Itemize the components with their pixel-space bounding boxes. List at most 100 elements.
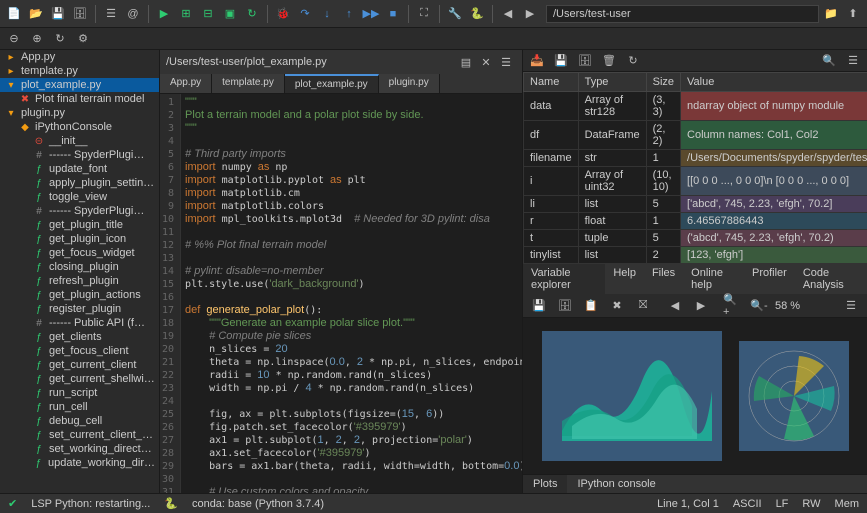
plot-opts-icon[interactable]: ☰ [841,296,861,316]
editor-tab[interactable]: plot_example.py [285,74,379,93]
list-icon[interactable]: ☰ [101,4,121,24]
plot-save-icon[interactable]: 💾 [529,296,549,316]
plot-next-icon[interactable]: ▶ [691,296,711,316]
at-icon[interactable]: @ [123,4,143,24]
bottom-tab[interactable]: IPython console [567,475,665,493]
editor-close-icon[interactable]: ✕ [476,52,496,72]
variable-table[interactable]: NameTypeSizeValuedataArray of str128(3, … [523,72,867,264]
run-cell-icon[interactable]: ⊞ [176,4,196,24]
step-out-icon[interactable]: ↑ [339,4,359,24]
split-icon[interactable]: ▤ [456,52,476,72]
save-icon[interactable]: 💾 [48,4,68,24]
tree-item[interactable]: ƒget_current_client [0,358,159,372]
forward-icon[interactable]: ▶ [520,4,540,24]
outline-tree[interactable]: ▸App.py▸template.py▾plot_example.py✖Plot… [0,50,160,493]
tree-item[interactable]: ƒget_current_shellwi… [0,372,159,386]
tree-item[interactable]: ƒget_plugin_title [0,218,159,232]
lsp-status[interactable]: LSP Python: restarting... [31,498,150,510]
maximize-icon[interactable]: ⛶ [414,4,434,24]
plot-closeall-icon[interactable]: ⛝ [633,296,653,316]
var-row[interactable]: iArray of uint32(10, 10)[[0 0 0 ..., 0 0… [524,167,867,196]
var-search-icon[interactable]: 🔍 [819,51,839,71]
new-file-icon[interactable]: 📄 [4,4,24,24]
run-cell-advance-icon[interactable]: ⊟ [198,4,218,24]
continue-icon[interactable]: ▶▶ [361,4,381,24]
rerun-icon[interactable]: ↻ [242,4,262,24]
tree-item[interactable]: ◆iPythonConsole [0,120,159,134]
editor-tab[interactable]: template.py [212,74,285,93]
var-row[interactable]: ttuple5('abcd', 745, 2.23, 'efgh', 70.2) [524,230,867,247]
tree-item[interactable]: ▾plugin.py [0,106,159,120]
plot-copy-icon[interactable]: 📋 [581,296,601,316]
save-all-icon[interactable]: 🗄 [70,4,90,24]
tree-item[interactable]: ƒupdate_font [0,162,159,176]
tree-item[interactable]: ▸template.py [0,64,159,78]
zoom-in-icon[interactable]: 🔍+ [723,296,743,316]
tree-item[interactable]: ✖Plot final terrain model [0,92,159,106]
var-opts-icon[interactable]: ☰ [843,51,863,71]
back-icon[interactable]: ◀ [498,4,518,24]
tree-item[interactable]: ƒregister_plugin [0,302,159,316]
run-selection-icon[interactable]: ▣ [220,4,240,24]
tree-item[interactable]: ƒtoggle_view [0,190,159,204]
env-status[interactable]: conda: base (Python 3.7.4) [192,498,324,510]
bottom-tab[interactable]: Plots [523,475,567,493]
var-header[interactable]: Value [681,73,867,92]
step-into-icon[interactable]: ↓ [317,4,337,24]
var-row[interactable]: rfloat16.46567886443 [524,213,867,230]
zoom-out-icon[interactable]: 🔍- [749,296,769,316]
tree-item[interactable]: ƒget_plugin_actions [0,288,159,302]
tree-item[interactable]: ƒget_clients [0,330,159,344]
tree-item[interactable]: ƒapply_plugin_settin… [0,176,159,190]
code-editor[interactable]: """ Plot a terrain model and a polar plo… [181,94,522,493]
collapse-icon[interactable]: ⊖ [4,29,24,49]
var-row[interactable]: filenamestr1/Users/Documents/spyder/spyd… [524,150,867,167]
var-refresh-icon[interactable]: ↻ [623,51,643,71]
tree-item[interactable]: ƒrun_cell [0,400,159,414]
tree-item[interactable]: ƒrefresh_plugin [0,274,159,288]
var-import-icon[interactable]: 📥 [527,51,547,71]
tree-item[interactable]: ƒset_working_direct… [0,442,159,456]
eol[interactable]: LF [776,498,789,510]
plot-saveall-icon[interactable]: 🗄 [555,296,575,316]
python-path-icon[interactable]: 🐍 [467,4,487,24]
tree-item[interactable]: ƒupdate_working_dir… [0,456,159,470]
folder-open-icon[interactable]: 📁 [821,4,841,24]
right-tab[interactable]: Code Analysis [795,264,867,294]
tree-item[interactable]: #------ SpyderPlugi… [0,204,159,218]
editor-tab[interactable]: plugin.py [379,74,440,93]
refresh-outline-icon[interactable]: ↻ [50,29,70,49]
plot-area[interactable] [523,318,867,474]
open-folder-icon[interactable]: 📂 [26,4,46,24]
var-header[interactable]: Type [578,73,646,92]
outline-opts-icon[interactable]: ⚙ [73,29,93,49]
parent-dir-icon[interactable]: ⬆ [843,4,863,24]
right-tab[interactable]: Online help [683,264,744,294]
right-tab[interactable]: Profiler [744,264,795,294]
editor-tab[interactable]: App.py [160,74,212,93]
tree-item[interactable]: ▾plot_example.py [0,78,159,92]
var-row[interactable]: lilist5['abcd', 745, 2.23, 'efgh', 70.2] [524,196,867,213]
var-row[interactable]: dfDataFrame(2, 2)Column names: Col1, Col… [524,121,867,150]
var-header[interactable]: Size [646,73,680,92]
plot-prev-icon[interactable]: ◀ [665,296,685,316]
expand-icon[interactable]: ⊕ [27,29,47,49]
right-tab[interactable]: Variable explorer [523,264,605,294]
run-icon[interactable]: ▶ [154,4,174,24]
tree-item[interactable]: ƒclosing_plugin [0,260,159,274]
var-save-icon[interactable]: 💾 [551,51,571,71]
plot-close-icon[interactable]: ✖ [607,296,627,316]
step-over-icon[interactable]: ↷ [295,4,315,24]
right-tab[interactable]: Files [644,264,683,294]
tree-item[interactable]: #------ SpyderPlugi… [0,148,159,162]
stop-icon[interactable]: ■ [383,4,403,24]
right-tab[interactable]: Help [605,264,644,294]
wrench-icon[interactable]: 🔧 [445,4,465,24]
tree-item[interactable]: ▸App.py [0,50,159,64]
var-delete-icon[interactable]: 🗑 [599,51,619,71]
tree-item[interactable]: #------ Public API (f… [0,316,159,330]
debug-icon[interactable]: 🐞 [273,4,293,24]
working-dir-input[interactable] [546,5,819,23]
tree-item[interactable]: ƒget_focus_client [0,344,159,358]
editor-menu-icon[interactable]: ☰ [496,52,516,72]
